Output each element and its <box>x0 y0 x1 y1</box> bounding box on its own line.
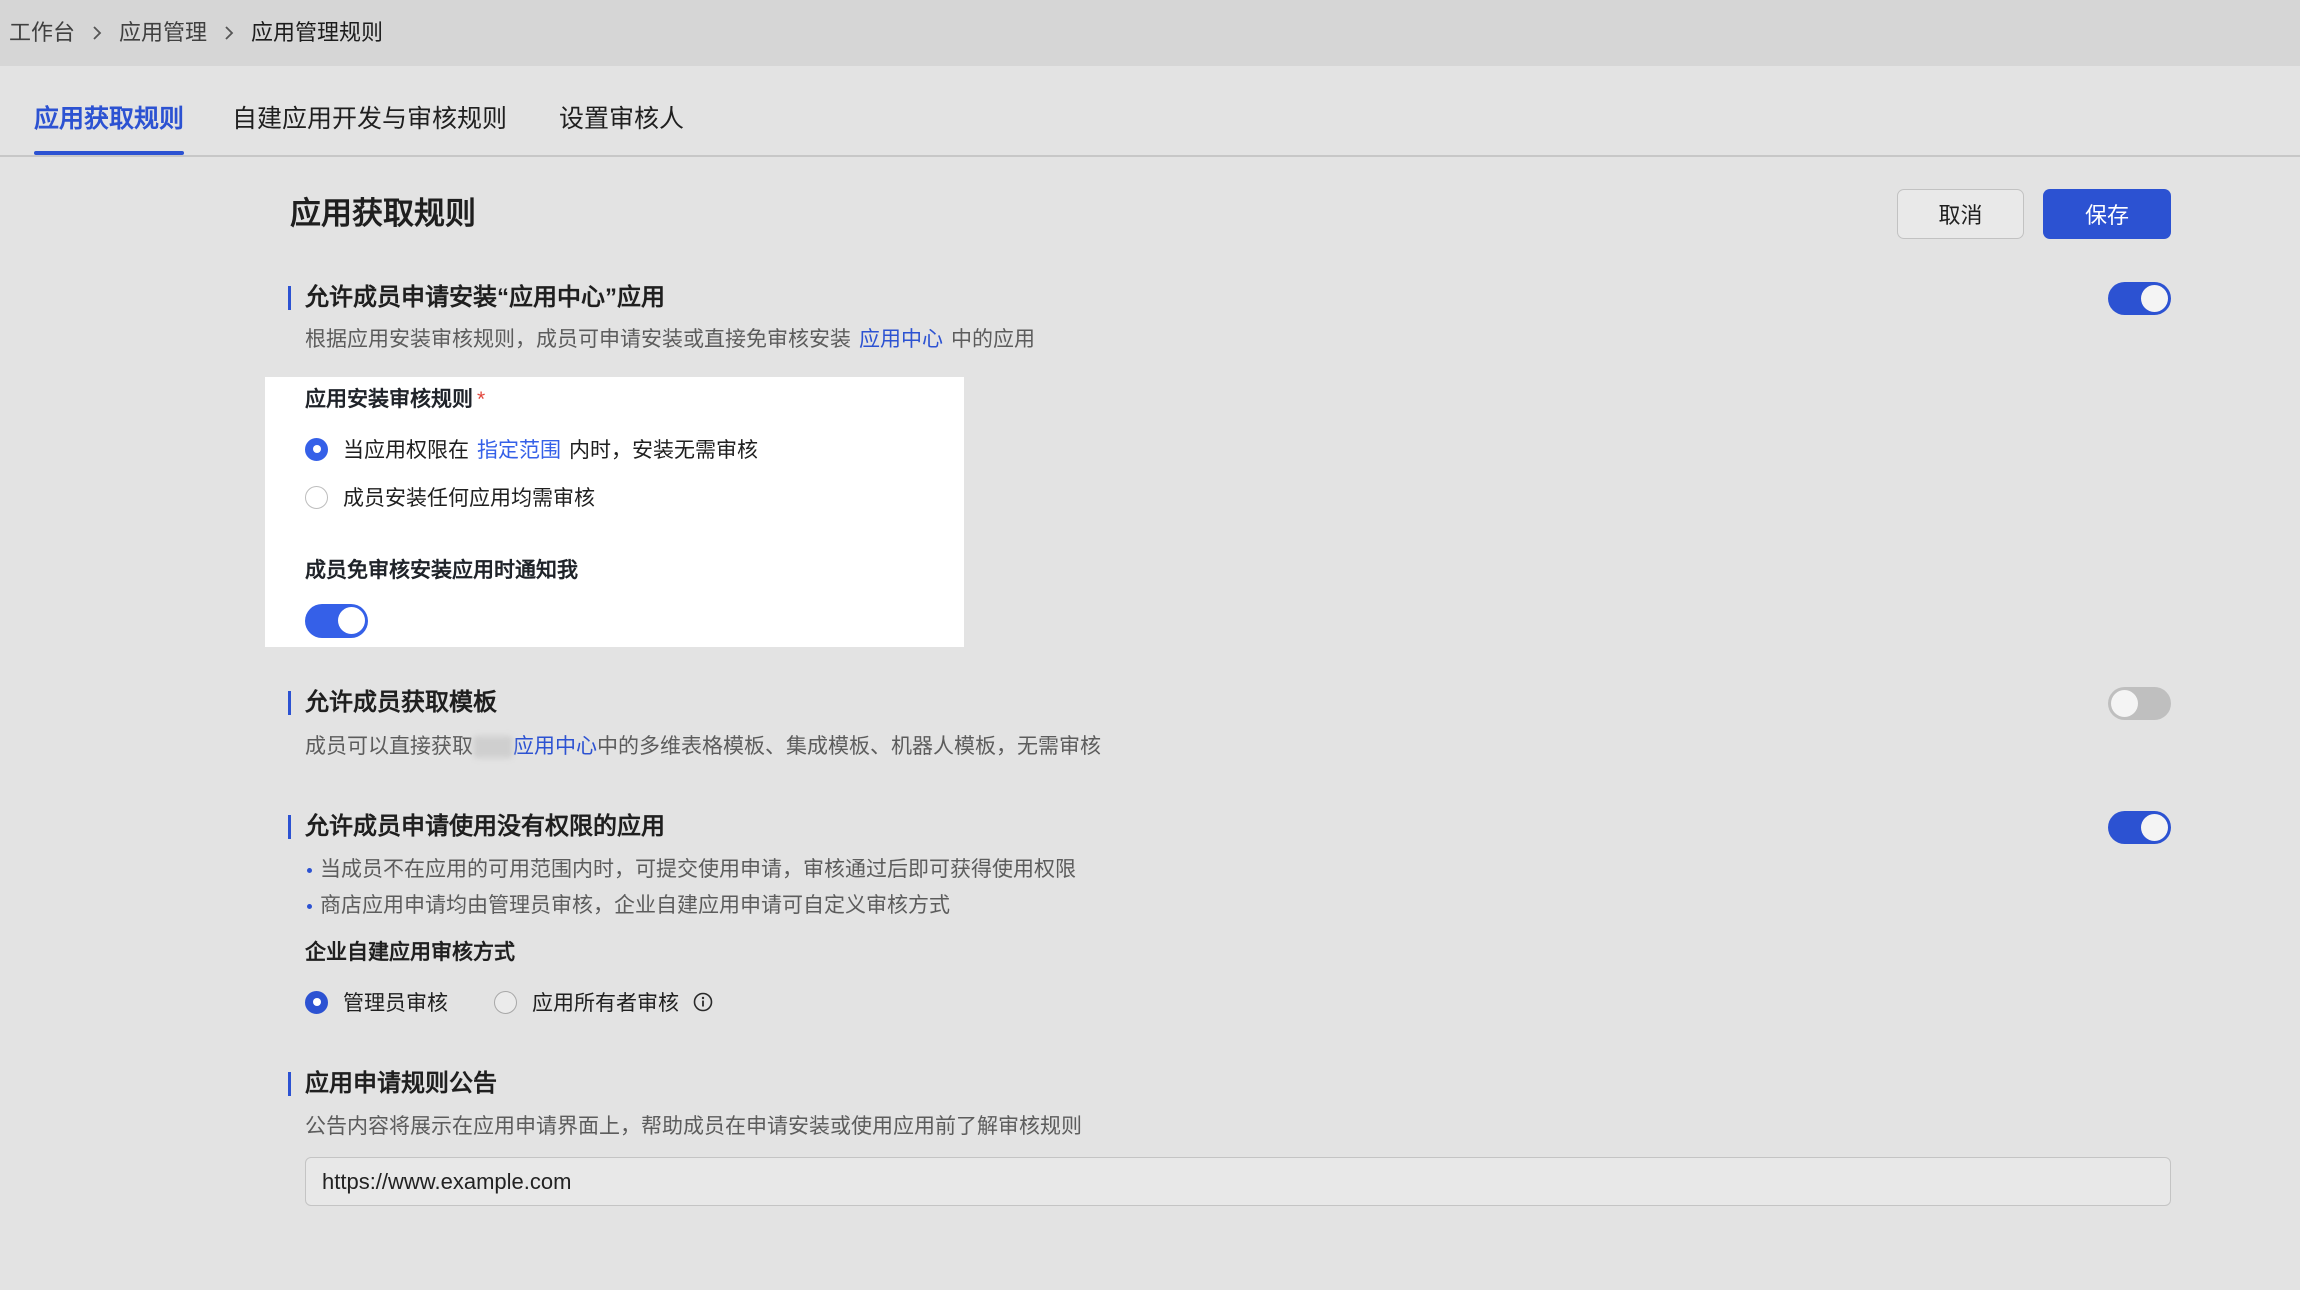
install-rules-panel: 应用安装审核规则 * 当应用权限在 指定范围 内时，安装无需审核 成员安装任何应用… <box>265 377 964 647</box>
tabs-divider <box>0 155 2300 157</box>
notice-section-title: 应用申请规则公告 <box>305 1070 497 1097</box>
breadcrumb-item-current: 应用管理规则 <box>251 20 384 45</box>
option-owner-review[interactable]: 应用所有者审核 <box>494 986 713 1018</box>
template-desc-text-end: 中的多维表格模板、集成模板、机器人模板，无需审核 <box>597 735 1101 758</box>
list-item: 商店应用申请均由管理员审核，企业自建应用申请可自定义审核方式 <box>305 890 950 922</box>
notify-toggle[interactable] <box>305 604 368 638</box>
breadcrumb: 工作台 应用管理 应用管理规则 <box>0 0 2300 66</box>
notify-label: 成员免审核安装应用时通知我 <box>305 559 578 582</box>
notice-section-description: 公告内容将展示在应用申请界面上，帮助成员在申请安装或使用应用前了解审核规则 <box>305 1115 1082 1138</box>
specified-scope-link[interactable]: 指定范围 <box>477 434 561 464</box>
option-scoped-text: 当应用权限在 <box>343 439 469 462</box>
required-mark: * <box>477 388 486 411</box>
tab-app-acquisition-rules[interactable]: 应用获取规则 <box>34 103 185 155</box>
option-all-text: 成员安装任何应用均需审核 <box>343 487 595 510</box>
radio-admin-review[interactable] <box>305 990 328 1014</box>
install-rule-label-text: 应用安装审核规则 <box>305 388 473 411</box>
list-item: 当成员不在应用的可用范围内时，可提交使用申请，审核通过后即可获得使用权限 <box>305 854 1076 886</box>
install-desc-text: 根据应用安装审核规则，成员可申请安装或直接免审核安装 <box>305 328 851 351</box>
option-all-require-review[interactable]: 成员安装任何应用均需审核 <box>305 481 595 513</box>
review-method-label: 企业自建应用审核方式 <box>305 941 515 964</box>
request-section-toggle[interactable] <box>2108 811 2171 844</box>
install-section-title: 允许成员申请安装“应用中心”应用 <box>305 284 665 311</box>
info-icon[interactable] <box>693 992 713 1012</box>
bullet-text: 商店应用申请均由管理员审核，企业自建应用申请可自定义审核方式 <box>320 894 950 917</box>
install-section-description: 根据应用安装审核规则，成员可申请安装或直接免审核安装 应用中心 中的应用 <box>305 324 1035 356</box>
template-desc-text: 成员可以直接获取 <box>305 735 473 758</box>
bullet-text: 当成员不在应用的可用范围内时，可提交使用申请，审核通过后即可获得使用权限 <box>320 858 1076 881</box>
radio-owner-review[interactable] <box>494 990 517 1014</box>
breadcrumb-item-workbench[interactable]: 工作台 <box>9 17 75 49</box>
section-accent-bar <box>288 815 291 839</box>
cancel-button[interactable]: 取消 <box>1897 189 2024 239</box>
install-desc-text-end: 中的应用 <box>951 328 1035 351</box>
save-button[interactable]: 保存 <box>2043 189 2171 239</box>
radio-scoped-no-review[interactable] <box>305 437 328 461</box>
install-section-toggle[interactable] <box>2108 282 2171 315</box>
template-section-description: 成员可以直接获取 应用中心 中的多维表格模板、集成模板、机器人模板，无需审核 <box>305 731 1101 763</box>
option-owner-review-text: 应用所有者审核 <box>532 992 679 1015</box>
notice-input[interactable] <box>305 1157 2171 1206</box>
chevron-right-icon <box>223 25 235 41</box>
template-section-toggle[interactable] <box>2108 687 2171 720</box>
section-accent-bar <box>288 691 291 715</box>
option-admin-review-text: 管理员审核 <box>343 992 448 1015</box>
install-rule-label: 应用安装审核规则 * <box>305 384 485 416</box>
section-accent-bar <box>288 1072 291 1096</box>
option-scoped-text-end: 内时，安装无需审核 <box>569 439 758 462</box>
radio-all-require-review[interactable] <box>305 485 328 509</box>
bullet-dot-icon <box>307 903 312 909</box>
app-center-link[interactable]: 应用中心 <box>859 324 943 356</box>
template-section-title: 允许成员获取模板 <box>305 689 497 716</box>
option-scoped-no-review[interactable]: 当应用权限在 指定范围 内时，安装无需审核 <box>305 433 758 465</box>
breadcrumb-item-app-management[interactable]: 应用管理 <box>119 17 207 49</box>
page-title: 应用获取规则 <box>290 196 476 231</box>
request-section-title: 允许成员申请使用没有权限的应用 <box>305 813 665 840</box>
tab-set-reviewers[interactable]: 设置审核人 <box>559 103 684 135</box>
app-center-link[interactable]: 应用中心 <box>513 731 597 763</box>
bullet-dot-icon <box>307 867 312 873</box>
redacted-text <box>473 736 513 758</box>
section-accent-bar <box>288 286 291 310</box>
chevron-right-icon <box>91 25 103 41</box>
option-admin-review[interactable]: 管理员审核 <box>305 986 448 1018</box>
tab-custom-app-dev-review-rules[interactable]: 自建应用开发与审核规则 <box>232 103 507 135</box>
